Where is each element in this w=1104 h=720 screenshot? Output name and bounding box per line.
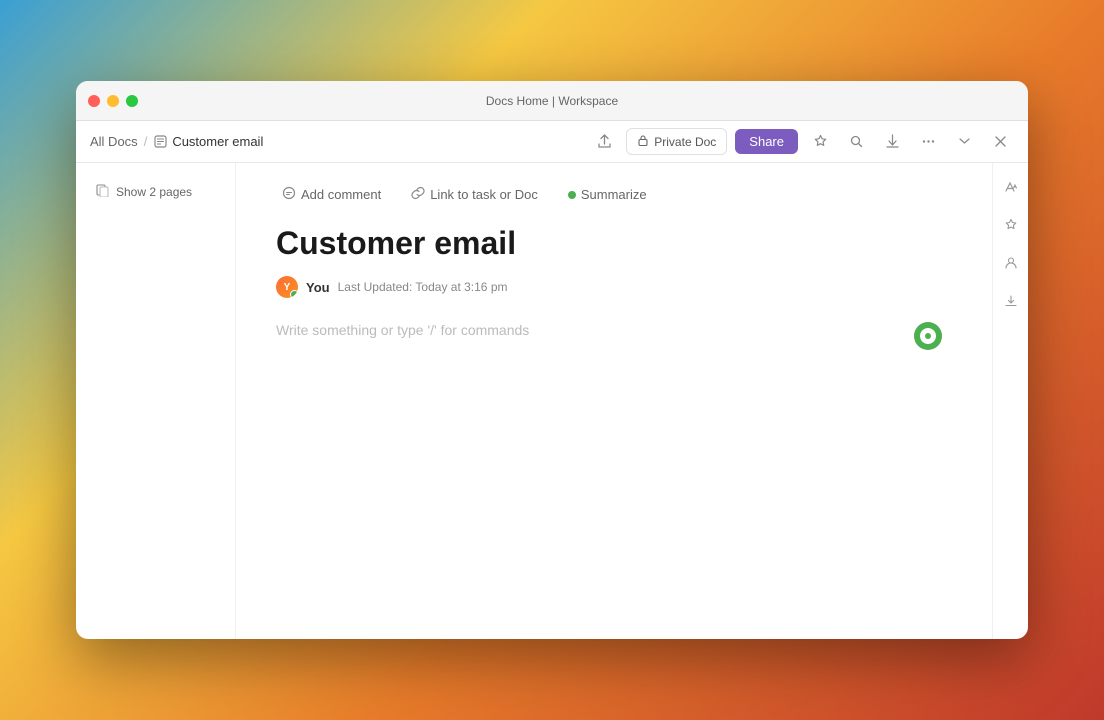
doc-content-toolbar: Add comment Link to task or Doc Summariz…	[276, 183, 952, 206]
breadcrumb: All Docs / Customer email	[90, 134, 584, 149]
doc-content[interactable]: Add comment Link to task or Doc Summariz…	[236, 163, 992, 639]
breadcrumb-current-label: Customer email	[172, 134, 263, 149]
ai-button[interactable]	[914, 322, 942, 350]
breadcrumb-current: Customer email	[153, 134, 263, 149]
link-task-button[interactable]: Link to task or Doc	[405, 183, 544, 206]
export-button[interactable]	[878, 128, 906, 156]
ai-button-inner	[920, 328, 936, 344]
doc-placeholder: Write something or type '/' for commands	[276, 322, 529, 338]
collapse-button[interactable]	[950, 128, 978, 156]
avatar: Y	[276, 276, 298, 298]
person-icon[interactable]	[997, 249, 1025, 277]
more-button[interactable]	[914, 128, 942, 156]
main-area: Show 2 pages Add comment	[76, 163, 1028, 639]
left-sidebar: Show 2 pages	[76, 163, 236, 639]
top-toolbar: All Docs / Customer email	[76, 121, 1028, 163]
search-button[interactable]	[842, 128, 870, 156]
summarize-label: Summarize	[581, 187, 647, 202]
toolbar-actions: Private Doc Share	[590, 128, 1014, 156]
window-title: Docs Home | Workspace	[486, 94, 618, 108]
font-size-icon[interactable]	[997, 173, 1025, 201]
titlebar: Docs Home | Workspace	[76, 81, 1028, 121]
share-icon-btn[interactable]	[590, 128, 618, 156]
private-doc-button[interactable]: Private Doc	[626, 128, 727, 155]
doc-icon	[153, 135, 167, 149]
add-comment-label: Add comment	[301, 187, 381, 202]
doc-meta: Y You Last Updated: Today at 3:16 pm	[276, 276, 952, 298]
breadcrumb-parent[interactable]: All Docs	[90, 134, 138, 149]
breadcrumb-separator: /	[144, 134, 148, 149]
avatar-badge	[290, 290, 298, 298]
show-pages-button[interactable]: Show 2 pages	[90, 179, 221, 204]
summarize-button[interactable]: Summarize	[562, 184, 653, 205]
doc-editor-area[interactable]: Write something or type '/' for commands	[276, 322, 952, 422]
lock-icon	[637, 134, 649, 149]
ai-button-dot	[925, 333, 931, 339]
traffic-lights	[88, 95, 138, 107]
add-comment-button[interactable]: Add comment	[276, 183, 387, 206]
close-button-toolbar[interactable]	[986, 128, 1014, 156]
doc-updated: Last Updated: Today at 3:16 pm	[338, 280, 508, 294]
pages-icon	[96, 183, 110, 200]
minimize-button[interactable]	[107, 95, 119, 107]
show-pages-label: Show 2 pages	[116, 185, 192, 199]
private-doc-label: Private Doc	[654, 135, 716, 149]
summarize-dot	[568, 191, 576, 199]
star-sidebar-icon[interactable]	[997, 211, 1025, 239]
link-icon	[411, 186, 425, 203]
star-button[interactable]	[806, 128, 834, 156]
download-icon[interactable]	[997, 287, 1025, 315]
maximize-button[interactable]	[126, 95, 138, 107]
close-button[interactable]	[88, 95, 100, 107]
app-window: Docs Home | Workspace All Docs / Custome…	[76, 81, 1028, 639]
comment-icon	[282, 186, 296, 203]
doc-title: Customer email	[276, 224, 952, 262]
right-sidebar	[992, 163, 1028, 639]
share-button[interactable]: Share	[735, 129, 798, 154]
link-task-label: Link to task or Doc	[430, 187, 538, 202]
doc-author: You	[306, 280, 330, 295]
